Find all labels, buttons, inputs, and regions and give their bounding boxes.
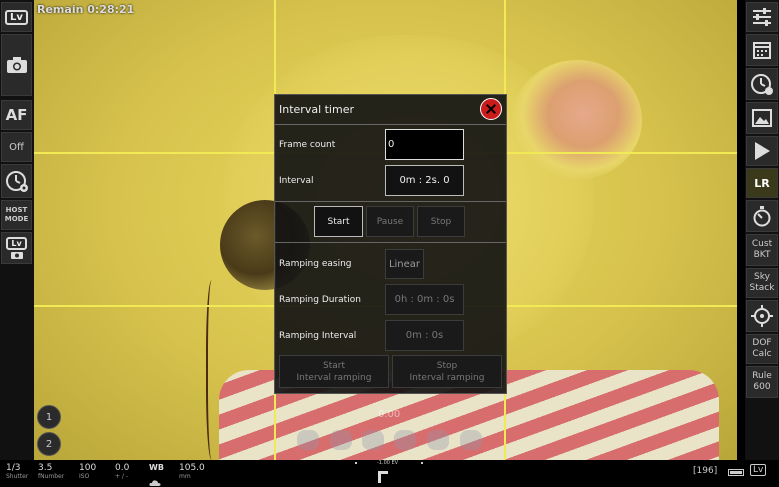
right-toolbar: LR Cust BKT Sky Stack DOF Calc Rule 600 <box>745 0 779 460</box>
start-button[interactable]: Start <box>314 206 363 237</box>
ev-step-button-6[interactable] <box>460 430 482 450</box>
rule-600-button[interactable]: Rule 600 <box>746 366 778 398</box>
ev-step-button-2[interactable] <box>330 430 352 450</box>
liveview-button[interactable]: Lv <box>1 2 32 32</box>
fnumber-value: 3.5 <box>38 463 53 473</box>
timer-settings-button[interactable] <box>1 164 32 198</box>
gallery-button[interactable] <box>746 102 778 134</box>
interval-label: Interval <box>279 176 314 186</box>
bear-ear-image <box>512 60 642 180</box>
play-icon <box>755 142 770 160</box>
start-interval-ramping-button[interactable]: Start Interval ramping <box>279 355 389 388</box>
lv-small-label: Lv <box>6 237 27 250</box>
cloud-icon <box>149 480 161 486</box>
white-balance-label: WB <box>149 463 164 472</box>
pause-button[interactable]: Pause <box>366 206 414 237</box>
exposure-meter-indicator <box>378 471 388 483</box>
iso-param[interactable]: 100 ISO <box>79 463 96 480</box>
stop-interval-ramping-button[interactable]: Stop Interval ramping <box>392 355 502 388</box>
interval-timer-button[interactable] <box>746 68 778 100</box>
liveview-capture-button[interactable]: Lv <box>1 232 32 264</box>
dialog-title: Interval timer <box>279 103 354 116</box>
ramping-interval-button[interactable]: 0m : 0s <box>385 320 464 351</box>
play-button[interactable] <box>746 136 778 166</box>
section-divider-1 <box>275 201 506 202</box>
interval-value-button[interactable]: 0m : 2s. 0 <box>385 165 464 196</box>
ramping-duration-button[interactable]: 0h : 0m : 0s <box>385 284 464 315</box>
calendar-button[interactable] <box>746 34 778 66</box>
host-mode-button[interactable]: HOST MODE <box>1 200 32 230</box>
shutter-value: 1/3 <box>6 463 21 473</box>
page-1-button[interactable]: 1 <box>37 405 61 429</box>
ramping-easing-label: Ramping easing <box>279 259 352 269</box>
timer-gear-icon <box>5 171 28 192</box>
camera-icon <box>6 57 27 73</box>
frame-count-input[interactable]: 0 <box>385 129 464 160</box>
meter-tick-left <box>355 462 357 464</box>
small-camera-icon <box>10 252 23 259</box>
calendar-icon <box>753 42 771 59</box>
interval-timer-dialog: Interval timer Frame count 0 Interval 0m… <box>274 94 507 394</box>
focus-target-button[interactable] <box>746 300 778 332</box>
battery-icon <box>728 469 744 476</box>
custom-bracketing-button[interactable]: Cust BKT <box>746 234 778 266</box>
fnumber-label: fNumber <box>38 473 65 480</box>
focal-length-value: 105.0 <box>179 463 205 473</box>
title-divider <box>275 124 506 125</box>
lv-label: Lv <box>5 9 28 25</box>
ramping-duration-label: Ramping Duration <box>279 295 361 305</box>
exposure-meter-label: -1.00 EV <box>377 460 399 466</box>
exposure-comp-param[interactable]: 0.0 + / - <box>115 463 129 480</box>
exposure-comp-label: + / - <box>115 473 129 480</box>
crosshair-icon <box>751 305 773 327</box>
meter-tick-right <box>421 462 423 464</box>
stopwatch-icon <box>753 206 771 227</box>
liveview-toggle-button[interactable]: Lv <box>750 464 767 476</box>
lr-timelapse-button[interactable]: LR <box>746 168 778 198</box>
shutter-param[interactable]: 1/3 Shutter <box>6 463 28 480</box>
ev-step-button-1[interactable] <box>297 430 319 450</box>
stop-button[interactable]: Stop <box>417 206 465 237</box>
af-mode-button[interactable]: Off <box>1 132 32 162</box>
sliders-icon <box>753 8 771 26</box>
fnumber-param[interactable]: 3.5 fNumber <box>38 463 64 480</box>
ramping-interval-label: Ramping Interval <box>279 331 357 341</box>
timer-gear-icon <box>751 74 773 95</box>
left-toolbar: Lv AF Off HOST MODE Lv <box>0 0 34 460</box>
iso-value: 100 <box>79 463 97 473</box>
wire-image <box>206 280 220 460</box>
image-icon <box>752 109 772 127</box>
capture-button[interactable] <box>1 34 32 96</box>
close-icon[interactable] <box>480 98 502 120</box>
ev-step-button-4[interactable] <box>394 430 416 450</box>
focal-length-label: mm <box>179 473 191 480</box>
af-button[interactable]: AF <box>1 100 32 130</box>
ev-step-button-5[interactable] <box>427 430 449 450</box>
settings-button[interactable] <box>746 2 778 32</box>
page-2-button[interactable]: 2 <box>37 432 61 456</box>
ev-step-button-3[interactable] <box>362 430 384 450</box>
dof-calc-button[interactable]: DOF Calc <box>746 334 778 364</box>
shots-remaining: [196] <box>693 466 718 476</box>
sky-stack-button[interactable]: Sky Stack <box>746 268 778 298</box>
remaining-time: Remain 0:28:21 <box>37 3 135 16</box>
shutter-label: Shutter <box>6 473 29 480</box>
white-balance-param[interactable]: WB <box>149 463 164 487</box>
focal-length-param[interactable]: 105.0 mm <box>179 463 205 480</box>
frame-count-label: Frame count <box>279 140 336 150</box>
ramping-easing-select[interactable]: Linear <box>385 249 424 279</box>
ev-value: 0.00 <box>378 409 401 420</box>
section-divider-2 <box>275 242 506 243</box>
camera-app: Remain 0:28:21 Lv AF Off HOST MODE Lv LR… <box>0 0 779 487</box>
exposure-comp-value: 0.0 <box>115 463 130 473</box>
self-timer-button[interactable] <box>746 200 778 232</box>
iso-label: ISO <box>79 473 90 480</box>
